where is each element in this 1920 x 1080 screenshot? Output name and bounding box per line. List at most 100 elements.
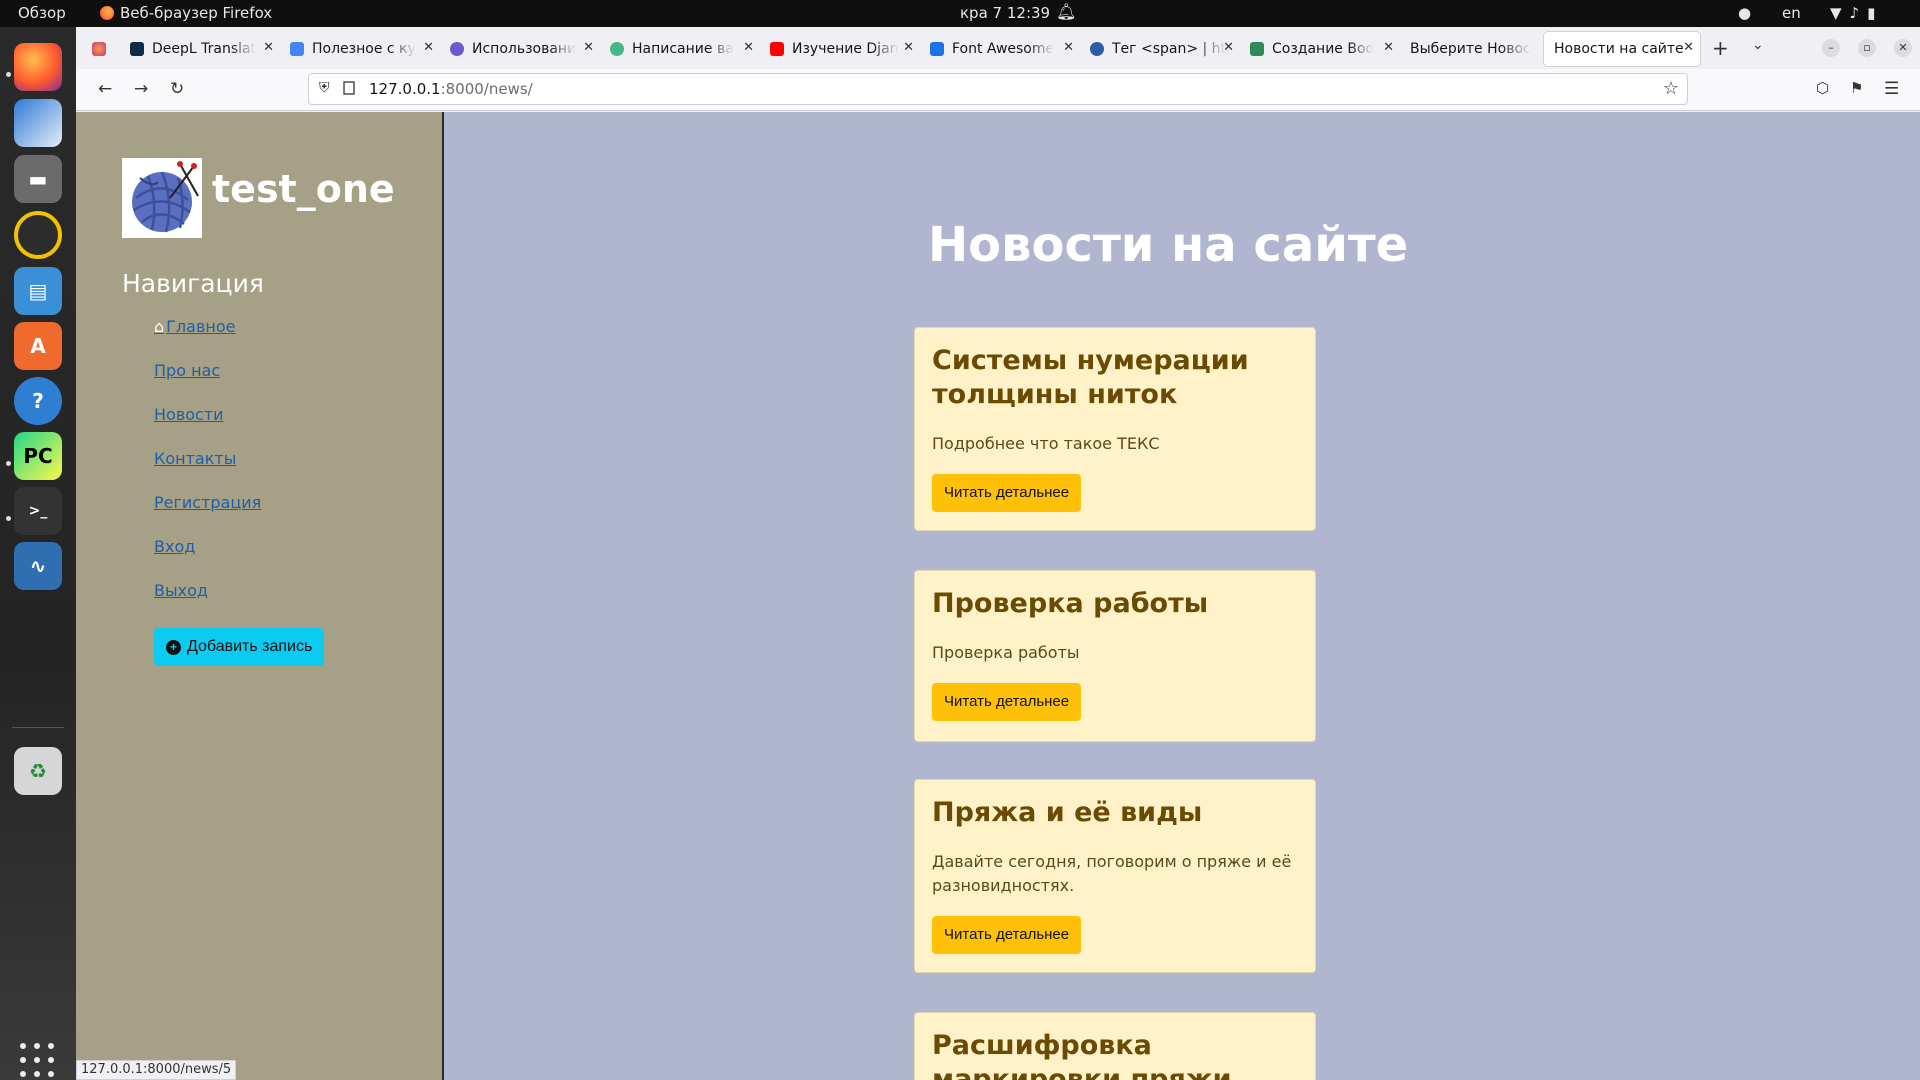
tab-choose-news[interactable]: Выберите Новос✕	[1400, 32, 1560, 66]
system-status-icons[interactable]: ▼♪▮	[1830, 4, 1883, 22]
page-title: Новости на сайте	[928, 217, 1409, 273]
read-more-button[interactable]: Читать детальнее	[932, 916, 1082, 954]
nav-link-home[interactable]: ⌂ Главное	[154, 317, 235, 336]
news-card: Проверка работы Проверка работы Читать д…	[914, 570, 1316, 742]
gear-favicon	[1090, 42, 1104, 56]
news-excerpt: Давайте сегодня, поговорим о пряже и её …	[932, 852, 1292, 895]
help-icon[interactable]: ?	[14, 377, 62, 425]
nav-link-about[interactable]: Про нас	[154, 361, 220, 380]
address-bar[interactable]: ⛨ 127.0.0.1:8000/news/ ☆	[308, 73, 1688, 105]
chrome-tray-icon[interactable]: ●	[1738, 4, 1751, 22]
tab-firefox-view[interactable]	[82, 32, 112, 66]
nav-link-login[interactable]: Вход	[154, 537, 195, 556]
close-icon[interactable]: ✕	[583, 40, 594, 55]
close-icon[interactable]: ✕	[903, 40, 914, 55]
nav-item-contacts: Контакты	[154, 449, 261, 493]
reload-icon[interactable]: ↻	[170, 79, 184, 99]
tab-deepl[interactable]: DeepL Translat ✕	[120, 32, 280, 66]
close-window-button[interactable]: ✕	[1894, 39, 1912, 57]
pycharm-icon[interactable]: PC	[14, 432, 62, 480]
nav-link-news[interactable]: Новости	[154, 405, 224, 424]
bookmark-star-icon[interactable]: ☆	[1663, 78, 1679, 99]
close-icon[interactable]: ✕	[1223, 40, 1234, 55]
activities-button[interactable]: Обзор	[18, 4, 66, 22]
nav-link-contacts[interactable]: Контакты	[154, 449, 236, 468]
tab-youtube[interactable]: Изучение Djan ✕	[760, 32, 920, 66]
restore-button[interactable]: ▫	[1858, 39, 1876, 57]
clock[interactable]: кра 7 12:39	[960, 4, 1050, 22]
menu-icon[interactable]: ☰	[1884, 79, 1899, 99]
shield-icon[interactable]: ⛨	[319, 80, 330, 96]
read-more-button[interactable]: Читать детальнее	[932, 474, 1082, 512]
tab-title: Тег <span> | ht	[1112, 41, 1227, 57]
chevron-down-icon[interactable]: ⌄	[1752, 37, 1764, 53]
new-tab-button[interactable]: +	[1712, 36, 1729, 60]
tab-title: Использовани	[472, 41, 577, 57]
tab-span[interactable]: Тег <span> | ht ✕	[1080, 32, 1240, 66]
tab-django-writing[interactable]: Написание ва ✕	[600, 32, 760, 66]
tab-font-awesome[interactable]: Font Awesome ✕	[920, 32, 1080, 66]
url-path: :8000/news/	[440, 80, 533, 98]
tab-title: Font Awesome	[952, 41, 1055, 57]
read-more-button[interactable]: Читать детальнее	[932, 683, 1082, 721]
news-title: Системы нумерации толщины ниток	[932, 345, 1249, 410]
wifi-icon: ▼	[1830, 4, 1850, 22]
plus-circle-icon: +	[166, 639, 181, 655]
trash-icon[interactable]: ♻	[14, 747, 62, 795]
nav-link-logout[interactable]: Выход	[154, 581, 208, 600]
close-icon[interactable]: ✕	[1383, 40, 1394, 55]
close-icon[interactable]: ✕	[263, 40, 274, 55]
page-viewport: test_one Навигация ⌂ Главное Про нас Ново…	[76, 112, 1920, 1080]
page-icon[interactable]	[343, 81, 355, 95]
add-record-button[interactable]: + Добавить запись	[154, 628, 325, 666]
tab-docs[interactable]: Полезное с ку ✕	[280, 32, 440, 66]
app-menu-label: Веб-браузер Firefox	[120, 4, 273, 22]
writer-icon[interactable]: ▤	[14, 267, 62, 315]
show-apps-icon[interactable]	[20, 1043, 56, 1079]
keyboard-layout-indicator[interactable]: en	[1782, 4, 1801, 22]
dock-separator	[12, 727, 64, 728]
tab-title: Выберите Новос	[1410, 41, 1531, 57]
nav-link-label: Главное	[166, 317, 236, 336]
news-excerpt: Подробнее что такое ТЕКС	[932, 434, 1160, 453]
bell-icon[interactable]: 🔔︎	[1056, 2, 1076, 21]
close-icon[interactable]: ✕	[743, 40, 754, 55]
close-icon[interactable]: ✕	[423, 40, 434, 55]
firefox-icon	[100, 6, 114, 20]
firefox-icon[interactable]	[14, 43, 62, 91]
pocket-icon[interactable]: ⬡	[1816, 79, 1829, 97]
files-icon[interactable]: ▬	[14, 155, 62, 203]
thunderbird-icon[interactable]	[14, 99, 62, 147]
deepl-favicon	[130, 42, 144, 56]
tab-usage[interactable]: Использовани ✕	[440, 32, 600, 66]
terminal-icon[interactable]: >_	[14, 487, 62, 535]
app-center-icon[interactable]: A	[14, 322, 62, 370]
back-arrow-icon[interactable]: ←	[98, 79, 112, 99]
nav-link-register[interactable]: Регистрация	[154, 493, 261, 512]
yarn-ball-logo[interactable]	[122, 158, 202, 238]
close-icon[interactable]: ✕	[1063, 40, 1074, 55]
docs-favicon	[290, 42, 304, 56]
site-name: test_one	[212, 167, 395, 211]
django-favicon	[610, 42, 624, 56]
tab-title: Изучение Djan	[792, 41, 899, 57]
tab-strip: DeepL Translat ✕ Полезное с ку ✕ Использов…	[76, 27, 1920, 69]
battery-icon: ▮	[1867, 4, 1884, 22]
rhythmbox-icon[interactable]	[14, 211, 62, 259]
forward-arrow-icon[interactable]: →	[134, 79, 148, 99]
close-icon[interactable]: ✕	[1683, 40, 1694, 55]
running-indicator	[6, 461, 11, 466]
url-text[interactable]: 127.0.0.1:8000/news/	[369, 80, 533, 98]
tab-title: Написание ва	[632, 41, 734, 57]
extensions-icon[interactable]: ⚑	[1850, 79, 1863, 97]
system-top-bar: Обзор Веб-браузер Firefox кра 7 12:39 🔔︎…	[0, 0, 1920, 27]
minimize-button[interactable]: –	[1822, 39, 1840, 57]
app-menu[interactable]: Веб-браузер Firefox	[100, 4, 272, 22]
news-card: Расшифровка маркировки пряжи	[914, 1012, 1316, 1080]
tab-title: Создание Boo	[1272, 41, 1375, 57]
tab-bootstrap[interactable]: Создание Boo ✕	[1240, 32, 1400, 66]
system-monitor-icon[interactable]: ∿	[14, 542, 62, 590]
tab-news-active[interactable]: Новости на сайте ✕	[1544, 32, 1700, 66]
news-excerpt: Проверка работы	[932, 643, 1080, 662]
running-indicator	[6, 516, 11, 521]
